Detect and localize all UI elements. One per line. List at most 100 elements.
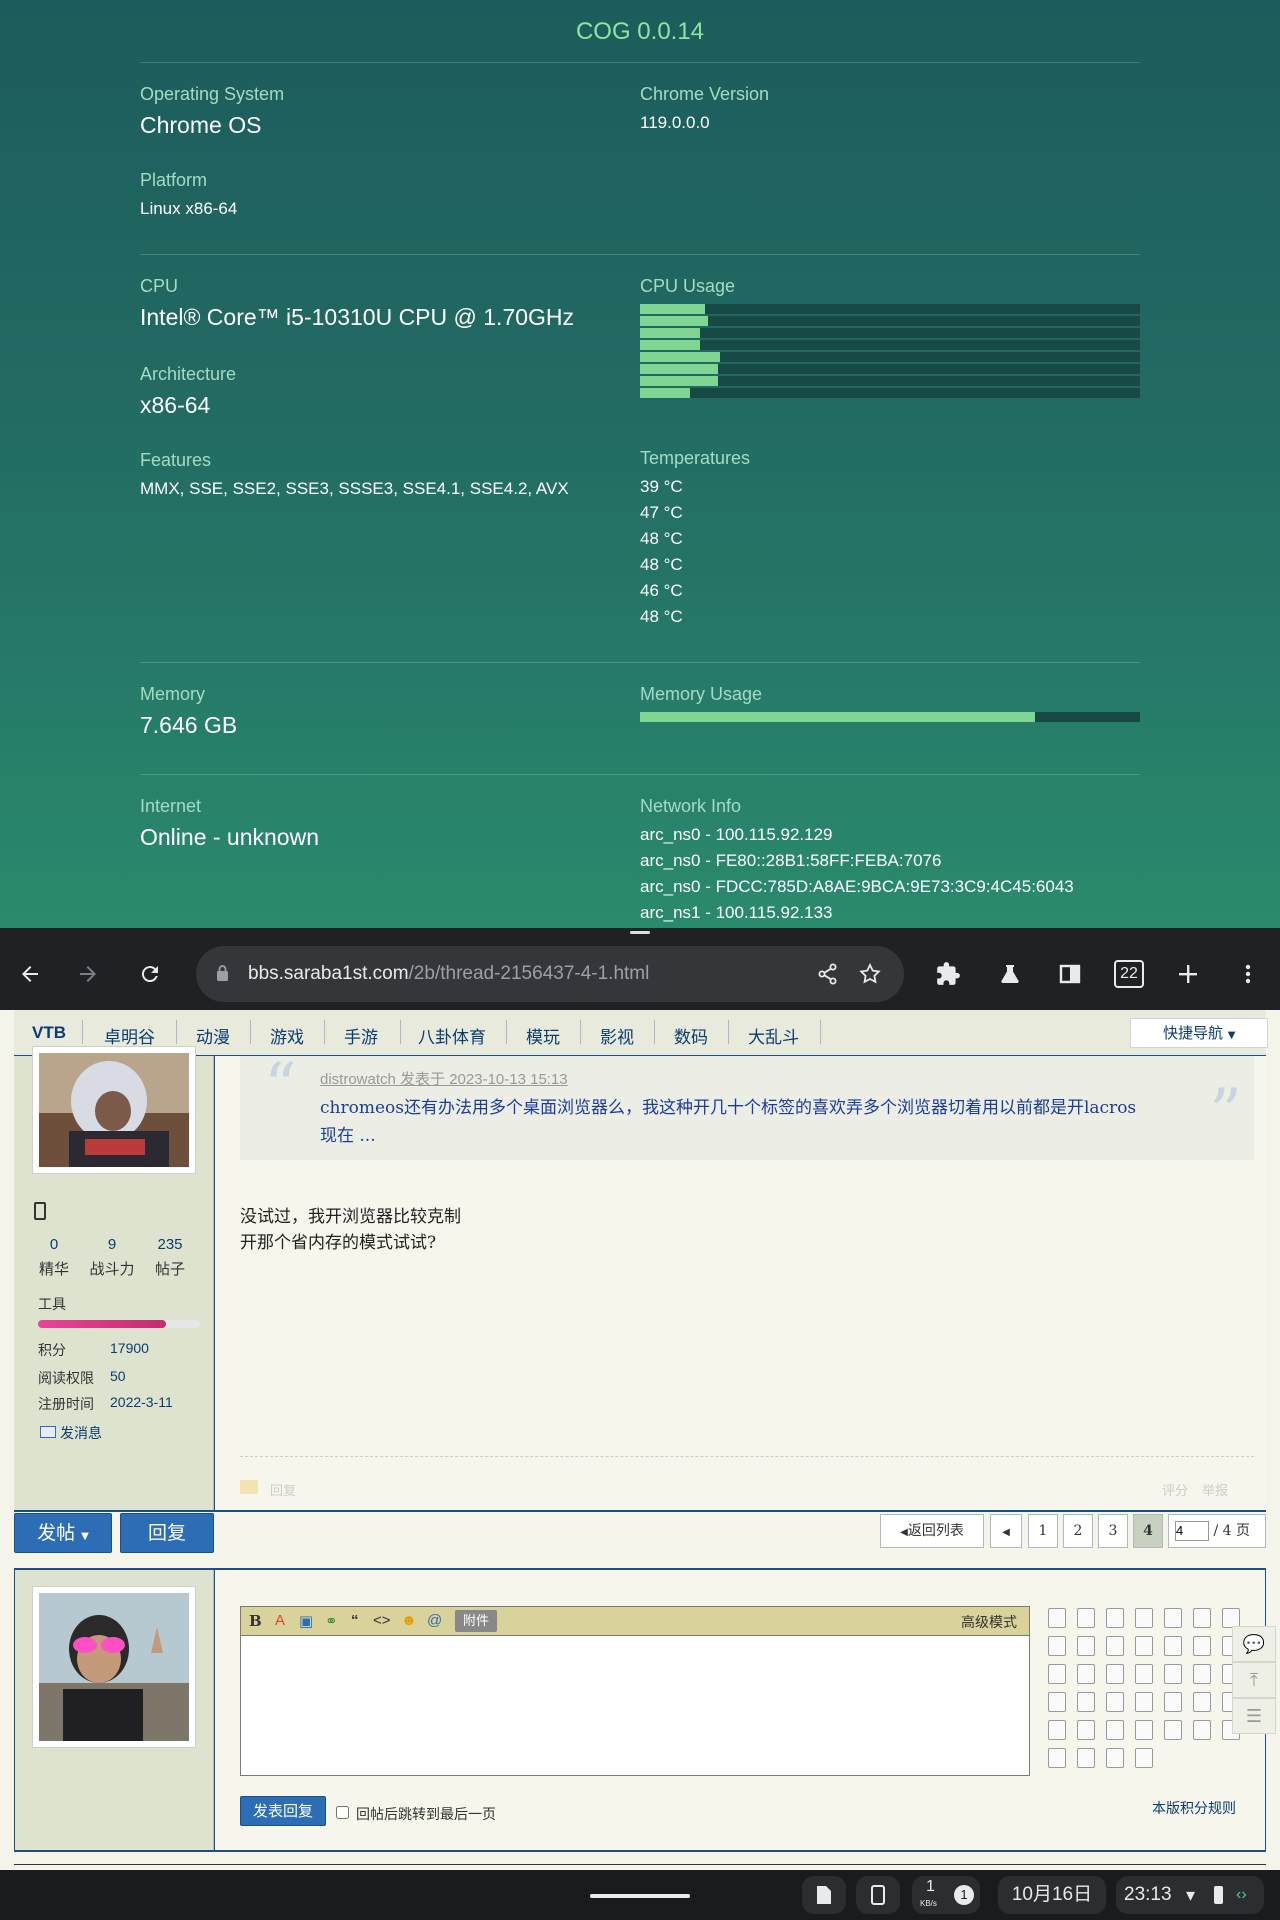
nav-item[interactable]: 大乱斗 [748, 1023, 799, 1048]
smiley-emoticon-icon[interactable] [1106, 1608, 1124, 1628]
envelope-icon[interactable] [40, 1426, 56, 1438]
smiley-emoticon-icon[interactable] [1106, 1720, 1124, 1740]
stat-digest-count[interactable]: 0 [24, 1236, 84, 1253]
smiley-emoticon-icon[interactable] [1193, 1636, 1211, 1656]
network-speed-indicator[interactable]: 1 KB/s 1 [912, 1876, 980, 1914]
smiley-emoticon-icon[interactable] [1164, 1720, 1182, 1740]
nav-item[interactable]: 模玩 [526, 1023, 560, 1048]
quote-author-link[interactable]: distrowatch 发表于 2023-10-13 15:13 [320, 1068, 568, 1089]
extensions-icon[interactable] [930, 956, 966, 992]
quote-icon[interactable]: “ [351, 1612, 359, 1629]
smiley-emoticon-icon[interactable] [1077, 1692, 1095, 1712]
reply-icon[interactable] [240, 1480, 258, 1494]
status-tray[interactable]: 23:13 ▾ ‹› [1116, 1876, 1264, 1914]
smiley-emoticon-icon[interactable] [1048, 1720, 1066, 1740]
back-to-top-icon[interactable]: ⤒ [1232, 1662, 1276, 1698]
smiley-emoticon-icon[interactable] [1077, 1608, 1095, 1628]
nav-item[interactable]: 八卦体育 [418, 1023, 486, 1048]
new-post-button[interactable]: 发帖 ▼ [14, 1513, 112, 1553]
page-link[interactable]: 2 [1063, 1514, 1093, 1548]
smiley-emoticon-icon[interactable] [1106, 1692, 1124, 1712]
smiley-emoticon-icon[interactable] [1135, 1664, 1153, 1684]
submit-reply-button[interactable]: 发表回复 [240, 1796, 326, 1826]
send-message-link[interactable]: 发消息 [60, 1423, 102, 1443]
back-to-list-button[interactable]: ◀返回列表 [880, 1514, 984, 1548]
smiley-emoticon-icon[interactable] [1193, 1720, 1211, 1740]
smiley-emoticon-icon[interactable] [1135, 1608, 1153, 1628]
document-icon[interactable] [802, 1876, 846, 1914]
side-panel-icon[interactable] [1052, 956, 1088, 992]
user-group[interactable]: 工具 [38, 1294, 66, 1314]
back-arrow-icon[interactable] [12, 956, 48, 992]
smiley-emoticon-icon[interactable] [1048, 1636, 1066, 1656]
smiley-emoticon-icon[interactable] [1193, 1664, 1211, 1684]
smiley-emoticon-icon[interactable] [1077, 1748, 1095, 1768]
avatar[interactable] [32, 1046, 196, 1174]
rate-link[interactable]: 评分 [1162, 1480, 1188, 1499]
list-icon[interactable]: ☰ [1232, 1698, 1276, 1734]
smiley-emoticon-icon[interactable] [1222, 1608, 1240, 1628]
smiley-emoticon-icon[interactable] [1077, 1720, 1095, 1740]
smiley-emoticon-icon[interactable] [1164, 1636, 1182, 1656]
prev-page-button[interactable]: ◀ [990, 1514, 1022, 1548]
jump-last-page-checkbox[interactable] [336, 1806, 349, 1819]
home-gesture-bar[interactable] [590, 1894, 690, 1898]
smiley-emoticon-icon[interactable] [1193, 1608, 1211, 1628]
smiley-emoticon-icon[interactable] [1164, 1608, 1182, 1628]
smiley-emoticon-icon[interactable] [1164, 1664, 1182, 1684]
code-icon[interactable]: <> [373, 1612, 391, 1629]
page-link[interactable]: 1 [1028, 1514, 1058, 1548]
smiley-emoticon-icon[interactable] [1164, 1692, 1182, 1712]
split-handle[interactable] [630, 931, 650, 934]
new-tab-plus-icon[interactable] [1170, 956, 1206, 992]
image-icon[interactable]: ▣ [299, 1612, 313, 1630]
smiley-emoticon-icon[interactable] [1135, 1636, 1153, 1656]
smiley-emoticon-icon[interactable] [1106, 1664, 1124, 1684]
report-link[interactable]: 举报 [1202, 1480, 1228, 1499]
smiley-emoticon-icon[interactable] [1106, 1636, 1124, 1656]
smiley-emoticon-icon[interactable] [1048, 1748, 1066, 1768]
reply-button[interactable]: 回复 [120, 1513, 214, 1553]
attachment-button[interactable]: 附件 [455, 1610, 498, 1632]
nav-item[interactable]: 卓明谷 [104, 1023, 155, 1048]
quick-nav-button[interactable]: 快捷导航 ▼ [1130, 1018, 1268, 1048]
bold-icon[interactable]: B [249, 1612, 262, 1630]
points-rules-link[interactable]: 本版积分规则 [1152, 1798, 1236, 1818]
smiley-emoticon-icon[interactable] [1077, 1664, 1095, 1684]
smiley-emoticon-icon[interactable] [1048, 1608, 1066, 1628]
smiley-emoticon-icon[interactable] [1048, 1664, 1066, 1684]
stat-combat-count[interactable]: 9 [82, 1236, 142, 1253]
smiley-icon[interactable]: ☻ [401, 1612, 417, 1629]
date-display[interactable]: 10月16日 [998, 1876, 1106, 1914]
reply-textarea[interactable] [240, 1636, 1030, 1776]
smiley-emoticon-icon[interactable] [1077, 1636, 1095, 1656]
smiley-emoticon-icon[interactable] [1135, 1748, 1153, 1768]
advanced-mode-link[interactable]: 高级模式 [961, 1612, 1017, 1632]
link-icon[interactable]: ⚭ [325, 1612, 338, 1630]
nav-item[interactable]: 影视 [600, 1023, 634, 1048]
stat-posts-count[interactable]: 235 [140, 1236, 200, 1253]
nav-item[interactable]: 手游 [344, 1023, 378, 1048]
lock-icon[interactable] [216, 964, 229, 982]
smiley-emoticon-icon[interactable] [1135, 1692, 1153, 1712]
forward-arrow-icon[interactable] [70, 956, 106, 992]
nav-item[interactable]: 数码 [674, 1023, 708, 1048]
nav-item[interactable]: VTB [32, 1023, 66, 1043]
url-text[interactable]: bbs.saraba1st.com/2b/thread-2156437-4-1.… [248, 963, 649, 985]
my-avatar[interactable] [32, 1586, 196, 1748]
chat-bubble-icon[interactable]: 💬 [1232, 1626, 1276, 1662]
nav-item[interactable]: 动漫 [196, 1023, 230, 1048]
labs-flask-icon[interactable] [992, 956, 1028, 992]
page-link[interactable]: 3 [1098, 1514, 1128, 1548]
split-view-divider[interactable] [0, 928, 1280, 938]
reply-link[interactable]: 回复 [270, 1480, 296, 1499]
mention-icon[interactable]: @ [427, 1612, 442, 1629]
tab-count-button[interactable]: 22 [1114, 960, 1144, 988]
smiley-emoticon-icon[interactable] [1193, 1692, 1211, 1712]
menu-kebab-icon[interactable] [1230, 956, 1266, 992]
font-color-icon[interactable]: A [275, 1612, 285, 1629]
reload-icon[interactable] [132, 956, 168, 992]
current-page[interactable]: 4 [1133, 1514, 1163, 1548]
bookmark-star-icon[interactable] [852, 956, 888, 992]
smiley-emoticon-icon[interactable] [1106, 1748, 1124, 1768]
